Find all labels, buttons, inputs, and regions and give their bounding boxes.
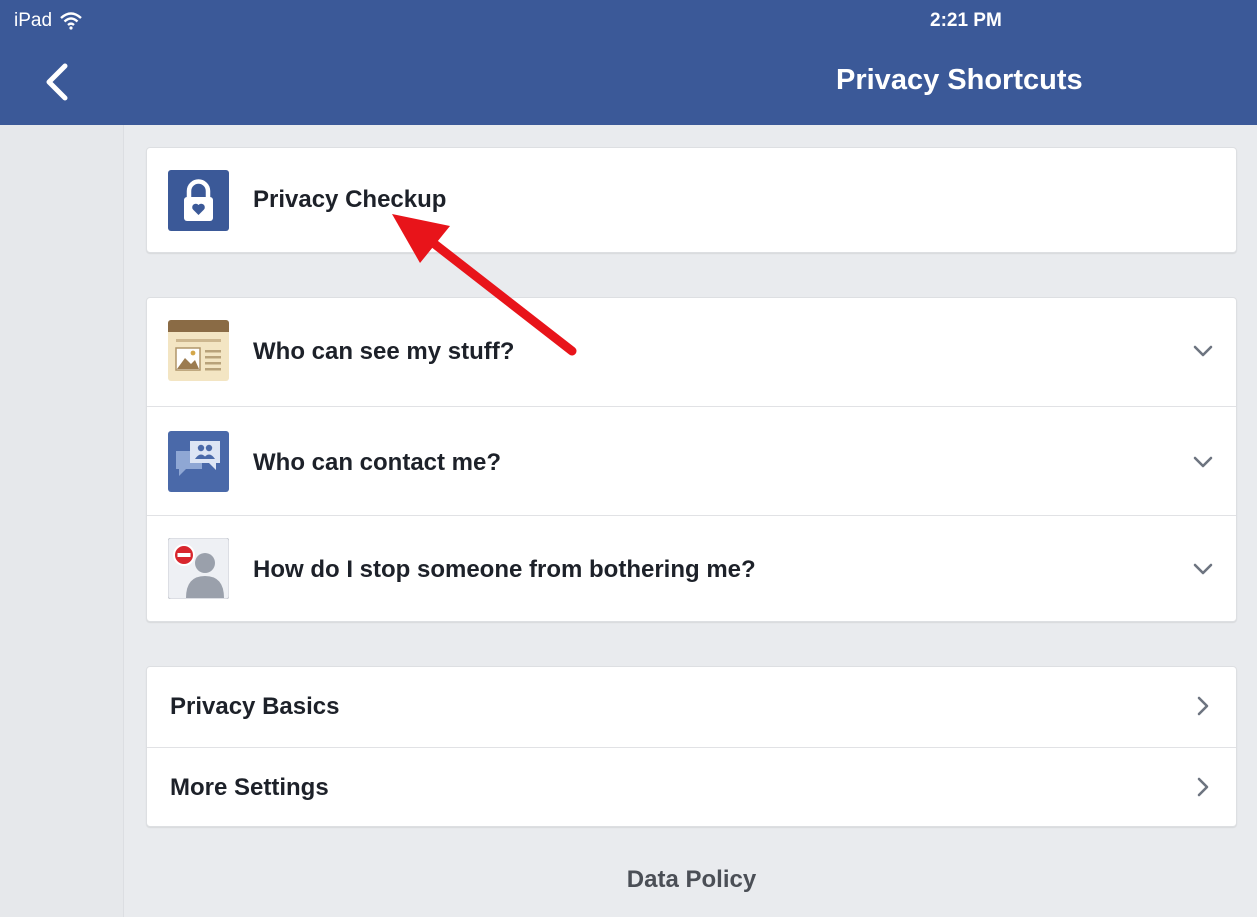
- privacy-checkup-card: Privacy Checkup: [146, 147, 1237, 253]
- shortcut-row-contact-me[interactable]: Who can contact me?: [147, 406, 1236, 515]
- status-time: 2:21 PM: [930, 10, 1002, 31]
- block-person-icon: [168, 538, 229, 599]
- navigation-bar: iPad 2:21 PM Privacy Shortcuts: [0, 0, 1257, 125]
- privacy-basics-row[interactable]: Privacy Basics: [147, 667, 1236, 747]
- chevron-down-icon: [1193, 345, 1213, 357]
- chevron-down-icon: [1193, 456, 1213, 468]
- privacy-checkup-label: Privacy Checkup: [253, 186, 447, 213]
- chevron-right-icon: [1197, 696, 1209, 716]
- newsfeed-photo-icon: [168, 320, 229, 381]
- shortcut-row-stop-bothering[interactable]: How do I stop someone from bothering me?: [147, 515, 1236, 621]
- chevron-left-icon: [46, 63, 68, 101]
- left-gutter: [0, 125, 124, 917]
- privacy-checkup-row[interactable]: Privacy Checkup: [147, 148, 1236, 252]
- page-title: Privacy Shortcuts: [836, 64, 1083, 96]
- more-settings-label: More Settings: [170, 774, 329, 801]
- shortcut-label: Who can contact me?: [253, 449, 502, 476]
- more-settings-row[interactable]: More Settings: [147, 747, 1236, 826]
- shortcuts-card: Who can see my stuff? Who can contact me…: [146, 297, 1237, 622]
- wifi-icon: [60, 12, 82, 30]
- shortcut-row-see-my-stuff[interactable]: Who can see my stuff?: [147, 298, 1236, 406]
- status-carrier: iPad: [14, 10, 82, 32]
- chevron-right-icon: [1197, 777, 1209, 797]
- privacy-basics-label: Privacy Basics: [170, 693, 340, 720]
- contact-bubbles-icon: [168, 431, 229, 492]
- back-button[interactable]: [36, 62, 76, 102]
- chevron-down-icon: [1193, 563, 1213, 575]
- shortcut-label: How do I stop someone from bothering me?: [253, 556, 756, 583]
- lock-icon: [168, 170, 229, 231]
- carrier-label: iPad: [14, 10, 53, 31]
- links-card: Privacy Basics More Settings: [146, 666, 1237, 827]
- data-policy-link[interactable]: Data Policy: [146, 866, 1237, 894]
- shortcut-label: Who can see my stuff?: [253, 338, 515, 365]
